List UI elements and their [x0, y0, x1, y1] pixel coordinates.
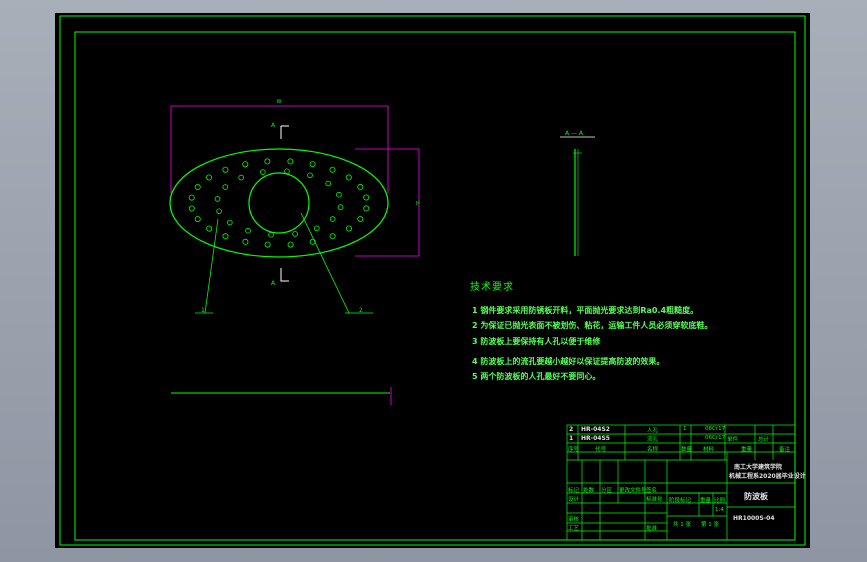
flow-hole [227, 219, 233, 226]
header-total-weight: 总计 [758, 437, 770, 443]
flow-hole [307, 172, 313, 179]
plate-outline [169, 148, 389, 258]
leader-label-2: 2 [359, 307, 363, 314]
drawing-canvas: W H A A 1 2 A — A [59, 15, 806, 546]
header-name: 名称 [647, 447, 659, 453]
flow-hole [194, 216, 201, 223]
tb-sheets-total: 共 1 张 [673, 522, 691, 528]
flow-hole [345, 174, 352, 181]
flow-hole [336, 191, 342, 198]
flow-hole [222, 166, 229, 173]
tb-approve: 批准 [646, 526, 658, 532]
flow-hole [329, 216, 336, 222]
flow-hole [325, 180, 332, 187]
flow-hole [264, 158, 271, 165]
tech-requirement-1: 1 钢件要求采用防锈板开料，平面抛光要求达到Ra0.4粗糙度。 [472, 306, 699, 315]
dimension-lines [170, 105, 420, 257]
institution-2: 机械工程系2020届毕业设计 [729, 473, 806, 480]
parts-row-1-material: 06Cr17 [705, 435, 726, 441]
tb-check: 审核 [568, 517, 580, 523]
dim-height-text: H [416, 201, 420, 207]
header-material: 材料 [703, 447, 715, 453]
flow-hole [357, 215, 364, 222]
flow-hole [309, 161, 316, 168]
parts-row-2-no: 2 [569, 426, 574, 433]
header-qty: 数量 [681, 447, 693, 453]
flow-hole [222, 184, 229, 190]
tb-scale-value: 1:4 [715, 507, 724, 513]
tb-sheet-no: 第 1 张 [701, 522, 719, 528]
tech-requirement-4: 4 防波板上的流孔要越小越好以保证提高防波的效果。 [472, 357, 665, 366]
flow-hole [194, 183, 201, 190]
flow-hole [363, 194, 370, 201]
flow-hole [216, 208, 222, 215]
parts-row-2-qty: 1 [683, 426, 687, 432]
header-remark: 备注 [779, 447, 791, 453]
parts-row-2-material: 06Cr17 [705, 426, 726, 432]
tb-standardize: 标准化 [646, 497, 663, 503]
inner-border [74, 31, 796, 541]
tb-sign: 签名 [646, 488, 658, 494]
tb-scale: 比例 [714, 498, 726, 504]
tech-requirement-2: 2 为保证已抛光表面不被划伤、粘花，运输工件人员必须穿软底鞋。 [472, 321, 713, 330]
flow-hole [363, 205, 370, 212]
flow-hole [260, 169, 266, 175]
outer-border [59, 15, 806, 546]
flow-hole [357, 183, 364, 190]
flow-hole [329, 233, 336, 240]
flow-hole [264, 241, 271, 248]
tb-weight: 重量 [700, 498, 712, 504]
institution-1: 南工大学建筑学院 [734, 464, 783, 471]
flow-hole [287, 241, 294, 248]
flow-hole [222, 233, 229, 240]
flow-hole [242, 161, 249, 168]
header-code: 代号 [595, 447, 607, 453]
tech-requirements-title: 技术要求 [470, 282, 514, 293]
view-marker-bottom: A [271, 280, 276, 287]
parts-row-1-name: 流孔 [647, 437, 659, 443]
tb-change-doc: 更改文件号 [619, 488, 647, 494]
tb-craft: 工艺 [568, 526, 580, 532]
tb-zone: 分区 [601, 488, 613, 494]
flow-hole [329, 166, 336, 173]
header-unit-weight: 单件 [727, 437, 739, 443]
flow-hole [313, 225, 320, 232]
flow-hole [287, 158, 294, 165]
flow-hole [242, 238, 249, 245]
flow-hole [337, 204, 344, 210]
section-label: A — A [565, 130, 584, 137]
drawing-sheet: W H A A 1 2 A — A 技术要求 1 钢件要求采用防锈板开料，平面抛… [55, 13, 810, 548]
view-marker-top: A [271, 122, 276, 129]
tb-stage-mark: 阶段标记 [669, 498, 692, 504]
parts-row-2-code: HR-04S2 [581, 426, 610, 433]
flow-hole [245, 227, 251, 234]
parts-row-2-name: 人孔 [647, 428, 659, 434]
flow-hole [206, 225, 213, 232]
tech-requirement-5: 5 两个防波板的人孔最好不要同心。 [472, 372, 601, 381]
tb-design: 设计 [568, 497, 580, 503]
flow-hole [238, 174, 245, 181]
dim-width-text: W [277, 99, 282, 105]
parts-row-1-no: 1 [569, 435, 574, 442]
manhole-circle [248, 172, 310, 234]
flow-hole [345, 225, 352, 232]
part-name: 防波板 [744, 492, 768, 501]
header-weight: 重量 [741, 447, 753, 453]
parts-row-1-code: HR-04S5 [581, 435, 610, 442]
tb-mark: 标记 [568, 488, 580, 494]
drawing-number: HR1000S-04 [733, 515, 775, 522]
flow-hole [284, 168, 290, 175]
flow-hole [188, 194, 195, 201]
section-marker-bottom [280, 268, 289, 282]
header-no: 序号 [568, 447, 580, 453]
flow-hole [214, 196, 221, 202]
flow-hole [268, 231, 274, 238]
tb-count: 处数 [583, 488, 595, 494]
tech-requirement-3: 3 防波板上要保持有人孔以便于维修 [472, 337, 601, 346]
leader-label-1: 1 [201, 307, 205, 314]
flow-hole [292, 231, 298, 237]
flow-hole [206, 174, 213, 181]
flow-hole [188, 205, 195, 212]
